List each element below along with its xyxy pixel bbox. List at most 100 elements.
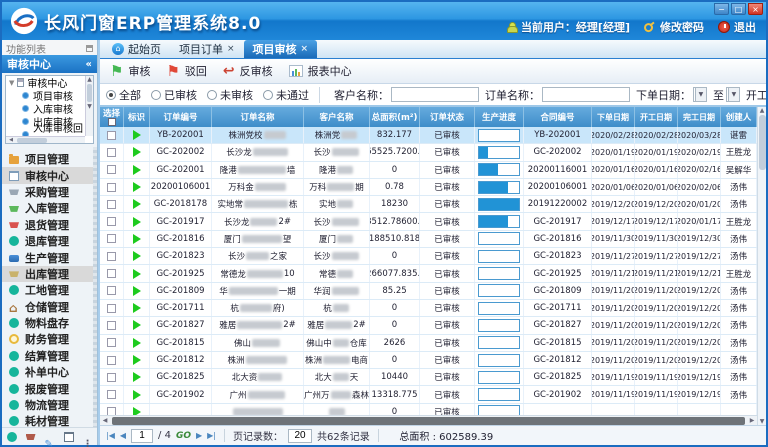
next-page-button[interactable]: ▶: [196, 431, 202, 440]
row-checkbox[interactable]: [107, 407, 116, 415]
row-checkbox[interactable]: [107, 373, 116, 382]
expander-icon[interactable]: ▼: [9, 79, 14, 87]
select-all-checkbox[interactable]: [108, 118, 116, 126]
sidebar-group-header[interactable]: 审核中心 «: [2, 55, 97, 73]
row-checkbox[interactable]: [107, 338, 116, 347]
scrollbar-thumb[interactable]: [112, 417, 745, 425]
table-row[interactable]: GC-201823 长沙之家 长沙 0 已审核 GC-201823 2019/1…: [100, 248, 757, 265]
column-header[interactable]: 选择: [100, 107, 124, 127]
first-page-button[interactable]: |◀: [106, 431, 115, 440]
column-header[interactable]: 总面积(m²): [370, 107, 420, 127]
radio-icon[interactable]: [151, 90, 161, 100]
sidebar-item[interactable]: 结算管理: [2, 348, 97, 364]
radio-icon[interactable]: [207, 90, 217, 100]
prev-page-button[interactable]: ◀: [120, 431, 126, 440]
sidebar-item[interactable]: 审核中心: [2, 167, 97, 183]
order-date-to-input[interactable]: / /▼: [726, 87, 740, 102]
tab[interactable]: ⌂ 起始页 ×: [103, 40, 170, 58]
sidebar-item[interactable]: 生产管理: [2, 249, 97, 265]
table-row[interactable]: 20200106001 万科金 万科期 0.78 已审核 20200106001…: [100, 179, 757, 196]
logout-button[interactable]: 退出: [718, 19, 756, 35]
column-header[interactable]: 订单编号: [150, 107, 212, 127]
toolbar-button[interactable]: 驳回: [166, 62, 206, 80]
row-checkbox[interactable]: [107, 200, 116, 209]
row-checkbox[interactable]: [107, 131, 116, 140]
sidebar-item[interactable]: 采购管理: [2, 184, 97, 200]
table-row[interactable]: GC-201812 株洲 株洲电商 0 已审核 GC-201812 2019/1…: [100, 352, 757, 369]
status-radio[interactable]: 未审核: [207, 87, 253, 103]
column-header[interactable]: 下单日期: [592, 107, 635, 127]
toolbar-button[interactable]: 报表中心: [289, 63, 352, 79]
maximize-button[interactable]: □: [731, 3, 746, 15]
table-row[interactable]: GC-201827 雅居2# 雅居2# 0 已审核 GC-201827 2019…: [100, 317, 757, 334]
sidebar-item[interactable]: 物料盘存: [2, 315, 97, 331]
tab-close-icon[interactable]: ×: [301, 44, 309, 54]
pin-icon[interactable]: [86, 45, 93, 52]
sidebar-item[interactable]: 退库管理: [2, 233, 97, 249]
tab[interactable]: ⌂ 项目审核 ×: [244, 40, 318, 58]
status-radio[interactable]: 全部: [106, 87, 141, 103]
horizontal-scrollbar[interactable]: ◀▶: [100, 415, 757, 425]
row-checkbox[interactable]: [107, 286, 116, 295]
status-radio[interactable]: 已审核: [151, 87, 197, 103]
order-name-input[interactable]: [542, 87, 630, 102]
sidebar-item[interactable]: 补单中心: [2, 364, 97, 380]
sidebar-item[interactable]: 报废管理: [2, 380, 97, 396]
tree-vertical-scrollbar[interactable]: ▲▼: [85, 76, 93, 136]
sidebar-item[interactable]: 工地管理: [2, 282, 97, 298]
table-row[interactable]: GC-201815 佛山 佛山中仓库 2626 已审核 GC-201815 20…: [100, 335, 757, 352]
table-row[interactable]: GC-2018178 实地常栋 实地 18230 已审核 20191220002…: [100, 196, 757, 213]
column-header[interactable]: 完工日期: [678, 107, 721, 127]
column-header[interactable]: 生产进度: [475, 107, 524, 127]
close-button[interactable]: ×: [748, 3, 763, 15]
table-row[interactable]: GC-201902 广州 广州万森林 13318.775 已审核 GC-2019…: [100, 386, 757, 403]
table-row[interactable]: 0 已审核: [100, 404, 757, 415]
tab[interactable]: ⌂ 项目订单 ×: [170, 40, 244, 58]
column-header[interactable]: 客户名称: [304, 107, 370, 127]
table-row[interactable]: GC-201925 常德龙10 常德 266077.835.. 已审核 GC-2…: [100, 265, 757, 282]
table-row[interactable]: GC-201917 长沙龙2# 长沙 8512.78600.. 已审核 GC-2…: [100, 213, 757, 230]
change-password-button[interactable]: 修改密码: [644, 19, 704, 35]
sidebar-scrollbar[interactable]: [93, 147, 97, 427]
minimize-button[interactable]: −: [714, 3, 729, 15]
dot-icon[interactable]: [7, 432, 17, 442]
row-checkbox[interactable]: [107, 304, 116, 313]
cart-icon[interactable]: [26, 434, 36, 440]
column-header[interactable]: 开工日期: [635, 107, 678, 127]
page-size-input[interactable]: [288, 429, 312, 443]
row-checkbox[interactable]: [107, 356, 116, 365]
edit-icon[interactable]: [45, 432, 55, 442]
sidebar-item[interactable]: 项目管理: [2, 151, 97, 167]
sidebar-item[interactable]: 仓储管理: [2, 299, 97, 315]
row-checkbox[interactable]: [107, 390, 116, 399]
table-row[interactable]: GC-201809 华一期 华润 85.25 已审核 GC-201809 201…: [100, 283, 757, 300]
order-date-from-input[interactable]: / /▼: [693, 87, 707, 102]
report-icon[interactable]: [64, 432, 74, 442]
radio-icon[interactable]: [263, 90, 273, 100]
tab-close-icon[interactable]: ×: [227, 44, 235, 54]
row-checkbox[interactable]: [107, 252, 116, 261]
row-checkbox[interactable]: [107, 269, 116, 278]
collapse-icon[interactable]: «: [86, 59, 92, 70]
column-header[interactable]: 订单状态: [420, 107, 475, 127]
toolbar-button[interactable]: 审核: [110, 62, 150, 80]
table-row[interactable]: YB-202001 株洲党校 株洲党 832.177 已审核 YB-202001…: [100, 127, 757, 144]
table-row[interactable]: GC-202001 隆港墙 隆港 0 已审核 20200116001 2020/…: [100, 162, 757, 179]
sidebar-item[interactable]: 耗材管理: [2, 413, 97, 427]
sidebar-item[interactable]: 财务管理: [2, 331, 97, 347]
go-button[interactable]: GO: [176, 431, 191, 441]
row-checkbox[interactable]: [107, 165, 116, 174]
row-checkbox[interactable]: [107, 234, 116, 243]
tree-horizontal-scrollbar[interactable]: ◀: [6, 136, 85, 143]
sidebar-item[interactable]: 出库管理: [2, 266, 97, 282]
dropdown-arrow-icon[interactable]: ▼: [695, 88, 706, 101]
dropdown-arrow-icon[interactable]: ▼: [728, 88, 739, 101]
row-checkbox[interactable]: [107, 183, 116, 192]
sidebar-item[interactable]: 入库管理: [2, 200, 97, 216]
status-radio[interactable]: 未通过: [263, 87, 309, 103]
column-header[interactable]: 合同编号: [524, 107, 592, 127]
table-row[interactable]: GC-201711 杭府) 杭 0 已审核 GC-201711 2019/11/…: [100, 300, 757, 317]
table-row[interactable]: GC-202002 长沙龙 长沙 65525.7200.. 已审核 GC-202…: [100, 144, 757, 161]
row-checkbox[interactable]: [107, 217, 116, 226]
sidebar-item[interactable]: 物流管理: [2, 397, 97, 413]
